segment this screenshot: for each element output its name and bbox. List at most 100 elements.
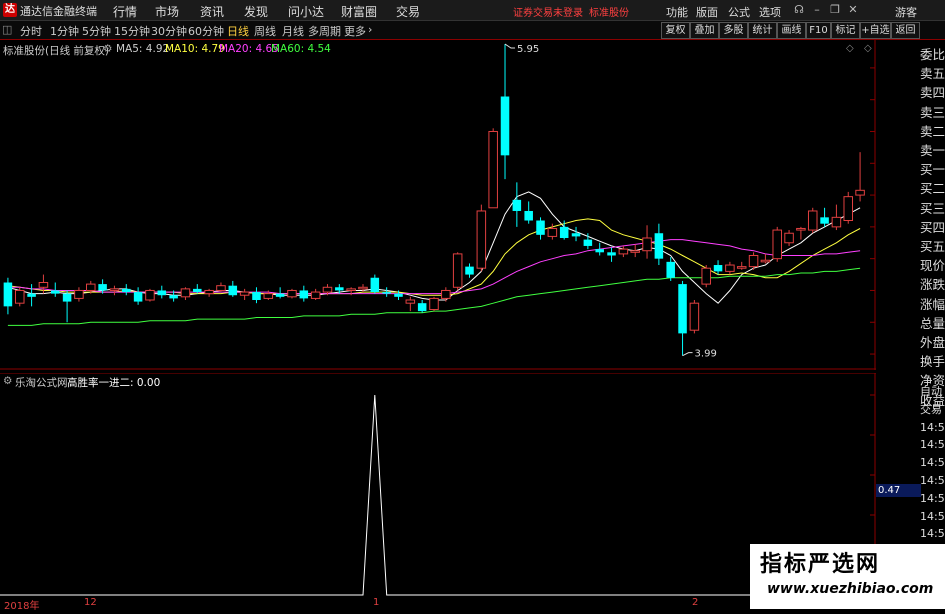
multi-stock-button[interactable]: 多股 [719, 22, 748, 39]
app-logo-icon: 达 [3, 3, 17, 17]
candle-body [335, 287, 344, 291]
settings-gear-icon[interactable]: ⚙ [103, 43, 112, 55]
candle-body [417, 303, 427, 312]
kline-chart-panel[interactable]: 5.805.605.405.205.004.804.604.404.204.00… [0, 40, 876, 370]
minimize-icon[interactable]: – [808, 2, 826, 18]
candle-body [796, 227, 806, 231]
indicator-value-label: 高胜率一进二: 0.00 [67, 377, 161, 389]
watermark-title: 指标严选网 [760, 552, 881, 577]
top-menu-bar: 达 通达信金融终端 行情 市场 资讯 发现 问小达 财富圈 交易 证券交易未登录… [0, 0, 945, 21]
candle-body [180, 288, 191, 298]
menu-discover[interactable]: 发现 [244, 3, 268, 20]
candle-body [98, 284, 107, 291]
candle-body [452, 253, 463, 288]
draw-line-button[interactable]: 画线 [777, 22, 806, 39]
menu-quotes[interactable]: 行情 [113, 3, 137, 20]
menu-formula[interactable]: 公式 [728, 4, 750, 20]
candle-body [239, 291, 250, 296]
tick-row-label: 14:55 [920, 473, 945, 487]
menu-trade[interactable]: 交易 [396, 3, 420, 20]
indicator-chart[interactable]: 1.000.800.600.400.20 [0, 373, 876, 597]
menu-layout[interactable]: 版面 [696, 4, 718, 20]
period-tab[interactable]: 多周期 [308, 23, 341, 39]
menu-news[interactable]: 资讯 [200, 3, 224, 20]
menu-function[interactable]: 功能 [666, 4, 688, 20]
more-periods-button[interactable]: 更多 [344, 23, 366, 39]
f10-button[interactable]: F10 [806, 22, 831, 39]
indicator-settings-icon[interactable]: ⚙ [3, 375, 12, 387]
restore-icon[interactable]: ❐ [826, 2, 844, 18]
collapse-icon[interactable]: ◫ [2, 23, 12, 36]
app-title: 通达信金融终端 [20, 5, 97, 18]
quote-row-label: 买一 [920, 162, 945, 178]
close-icon[interactable]: ✕ [844, 2, 862, 18]
candle-body [14, 289, 25, 304]
quote-row-label: 买四 [920, 219, 945, 235]
diamond-icon[interactable]: ◇ [864, 43, 872, 54]
adjust-button[interactable]: 复权 [661, 22, 690, 39]
x-label: 2 [692, 597, 699, 608]
quote-side-panel: 委比 卖五 卖四 卖三 卖二 卖一 买一 买二 买三 买四 买五 现价 涨跌 涨幅 总量 外盘 换手 净资 收益 自… [919, 40, 945, 612]
menu-ask[interactable]: 问小达 [288, 3, 324, 20]
menu-options[interactable]: 选项 [759, 4, 781, 20]
period-tab[interactable]: 分时 [20, 23, 42, 39]
quote-row-label: 总量 [920, 315, 945, 331]
candle-body [346, 288, 356, 291]
quote-row-label: 卖四 [920, 85, 945, 101]
candle-body [370, 277, 380, 293]
period-tab[interactable]: 60分钟 [188, 23, 224, 39]
back-button[interactable]: 返回 [891, 22, 920, 39]
low-price-label: 3.99 [695, 349, 717, 360]
candle-body [524, 210, 533, 221]
guest-label[interactable]: 游客 [895, 4, 917, 20]
stock-name-link[interactable]: 标准股份 [589, 4, 629, 19]
period-tab[interactable]: 1分钟 [50, 23, 79, 39]
candle-body [122, 288, 131, 293]
period-tab[interactable]: 5分钟 [82, 23, 111, 39]
chevron-right-icon[interactable]: › [368, 23, 372, 36]
period-tab[interactable]: 周线 [254, 23, 276, 39]
tick-row-label: 14:56 [920, 509, 945, 523]
indicator-chart-panel[interactable]: 1.000.800.600.400.20 ⚙ 乐淘公式网 高胜率一进二: 0.0… [0, 373, 876, 597]
candle-body [358, 286, 368, 290]
candle-body [689, 302, 700, 331]
period-tab-active[interactable]: 日线 [227, 23, 249, 39]
candle-body [3, 282, 13, 307]
quote-row-label: 买五 [920, 239, 945, 255]
period-tab[interactable]: 30分钟 [151, 23, 187, 39]
candle-body [843, 196, 854, 222]
candle-body [216, 285, 226, 291]
quote-row-label: 委比 [920, 47, 945, 62]
menu-market[interactable]: 市场 [155, 3, 179, 20]
candle-body [275, 293, 285, 297]
candle-body [405, 299, 416, 304]
candle-body [855, 189, 865, 196]
tick-row-label: 14:56 [920, 491, 945, 505]
ma10-line [7, 218, 861, 296]
stats-button[interactable]: 统计 [748, 22, 777, 39]
period-tab[interactable]: 15分钟 [114, 23, 150, 39]
cursor-value-tag: 0.47 [876, 484, 921, 497]
ma20-label: MA20: 4.65 [219, 43, 279, 55]
candle-body [748, 254, 759, 268]
mark-button[interactable]: 标记 [831, 22, 860, 39]
candle-body [382, 292, 391, 294]
candle-body [571, 233, 581, 237]
diamond-icon[interactable]: ◇ [846, 43, 854, 54]
candle-body [193, 288, 202, 293]
overlay-button[interactable]: 叠加 [690, 22, 719, 39]
tick-row-label: 交易 [920, 402, 942, 416]
candle-body [760, 259, 771, 263]
candle-body [595, 249, 604, 253]
candle-body [133, 292, 143, 302]
login-status[interactable]: 证券交易未登录 [513, 4, 583, 19]
kline-chart[interactable]: 5.805.605.405.205.004.804.604.404.204.00… [0, 40, 876, 370]
tick-row-label: 14:55 [920, 456, 945, 470]
add-watchlist-button[interactable]: +自选 [860, 22, 891, 39]
menu-wealth[interactable]: 财富圈 [341, 3, 377, 20]
headset-icon[interactable]: ☊ [790, 2, 808, 18]
period-tab[interactable]: 月线 [282, 23, 304, 39]
tick-row-label: 14:55 [920, 438, 945, 452]
candle-body [27, 293, 36, 297]
candle-body [583, 239, 593, 246]
